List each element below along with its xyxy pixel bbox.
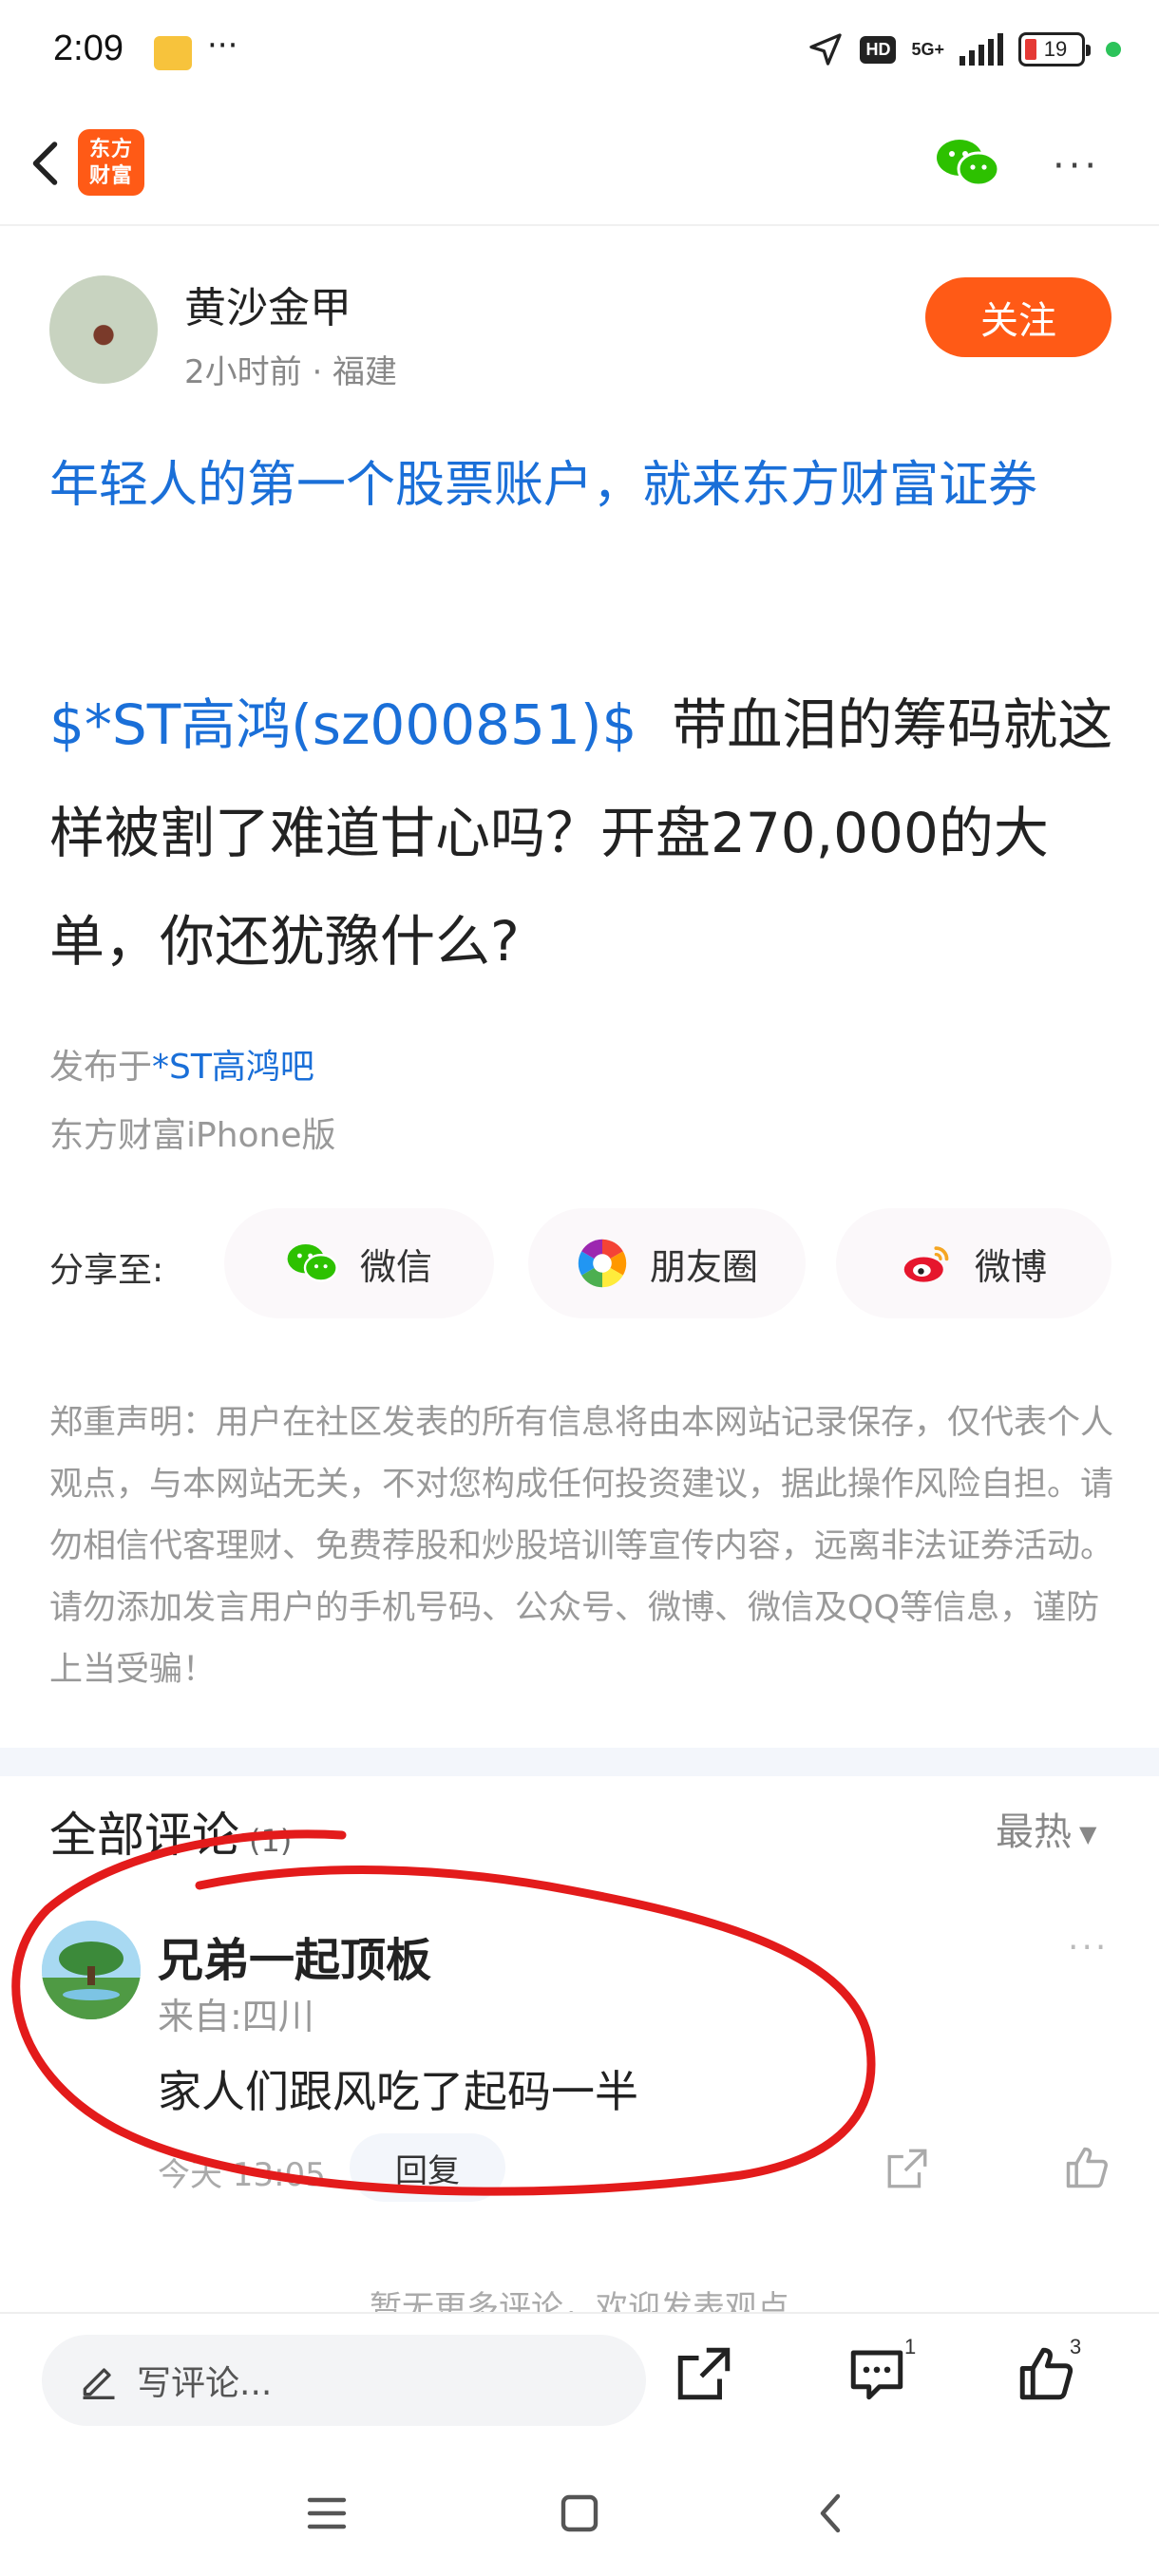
back-icon[interactable] [809, 2491, 855, 2536]
privacy-indicator-icon [1106, 42, 1121, 57]
write-comment-input[interactable]: 写评论... [42, 2335, 646, 2426]
comments-sort-select[interactable]: 最热 ▼ [996, 1801, 1096, 1856]
share-wechat-label: 微信 [359, 1245, 432, 1288]
more-options-icon[interactable]: ··· [1053, 144, 1100, 188]
author-name[interactable]: 黄沙金甲 [184, 274, 352, 334]
status-bar: 2:09 ··· HD 5G+ 19 [0, 0, 1159, 106]
follow-button[interactable]: 关注 [925, 277, 1112, 357]
network-type: 5G+ [911, 40, 944, 59]
commenter-location: 来自:四川 [158, 1996, 314, 2037]
comment-more-icon[interactable]: ··· [1068, 1928, 1109, 1967]
weibo-icon [903, 1246, 949, 1282]
share-icon[interactable] [673, 2342, 735, 2405]
share-moments-button[interactable]: 朋友圈 [528, 1208, 806, 1318]
location-arrow-icon [809, 33, 843, 66]
comment-text: 家人们跟风吃了起码一半 [158, 2066, 638, 2117]
wechat-share-icon[interactable] [935, 135, 1001, 192]
post-client: 东方财富iPhone版 [49, 1116, 336, 1155]
back-button[interactable] [19, 135, 76, 192]
commenter-avatar[interactable] [42, 1921, 141, 2019]
moments-icon [578, 1239, 627, 1288]
author-avatar[interactable] [49, 275, 158, 384]
like-icon[interactable] [1015, 2342, 1077, 2405]
comments-title-label: 全部评论 [49, 1808, 239, 1863]
stock-bar-link[interactable]: *ST高鸿吧 [152, 1048, 314, 1087]
disclaimer-text: 郑重声明：用户在社区发表的所有信息将由本网站记录保存，仅代表个人观点，与本网站无… [49, 1404, 1114, 1689]
sort-label: 最热 [996, 1810, 1072, 1854]
reply-button[interactable]: 回复 [350, 2133, 505, 2202]
section-divider [0, 1748, 1159, 1776]
share-weibo-button[interactable]: 微博 [836, 1208, 1112, 1318]
tree-avatar-image [42, 1921, 141, 2019]
share-weibo-label: 微博 [974, 1245, 1047, 1288]
comment-bubble-icon[interactable] [846, 2342, 908, 2405]
comments-count: (1) [249, 1823, 293, 1859]
hd-badge: HD [860, 35, 897, 64]
more-notifications-icon: ··· [207, 27, 238, 65]
status-indicators: HD 5G+ 19 [807, 30, 1121, 68]
dropdown-triangle-icon: ▼ [1079, 1821, 1097, 1847]
share-moments-label: 朋友圈 [649, 1245, 758, 1288]
signal-bars-icon [960, 33, 1003, 66]
home-icon[interactable] [557, 2491, 602, 2536]
system-navigation-bar [0, 2445, 1159, 2576]
app-header: 东方 财富 ··· [0, 106, 1159, 226]
pencil-icon [83, 2368, 115, 2399]
published-prefix: 发布于 [49, 1048, 153, 1087]
comment-count-badge: 1 [904, 2335, 917, 2358]
logo-line-1: 东方 [88, 138, 133, 161]
battery-level: 19 [1043, 37, 1068, 61]
commenter-name[interactable]: 兄弟一起顶板 [158, 1923, 431, 1989]
bottom-action-bar: 写评论... 1 3 [0, 2312, 1159, 2445]
battery-icon: 19 [1018, 32, 1091, 66]
comment-share-icon[interactable] [884, 2145, 931, 2192]
published-in: 发布于*ST高鸿吧 [49, 1039, 314, 1089]
comments-title: 全部评论 (1) [49, 1797, 292, 1866]
write-comment-placeholder: 写评论... [137, 2364, 273, 2403]
eastmoney-logo: 东方 财富 [78, 129, 144, 196]
share-wechat-button[interactable]: 微信 [224, 1208, 494, 1318]
stock-tag-link[interactable]: $*ST高鸿(sz000851)$ [49, 692, 636, 757]
post-meta: 2小时前 · 福建 [184, 353, 398, 391]
no-more-comments: 暂无更多评论，欢迎发表观点 [370, 2289, 789, 2314]
like-count-badge: 3 [1070, 2335, 1082, 2358]
notes-app-icon [154, 36, 192, 70]
post-body: $*ST高鸿(sz000851)$ 带血泪的筹码就这样被割了难道甘心吗？开盘27… [49, 671, 1123, 995]
comment-time: 今天 13:05 [158, 2156, 326, 2194]
share-label: 分享至: [49, 1251, 164, 1290]
menu-icon[interactable] [304, 2491, 350, 2536]
comment-like-icon[interactable] [1062, 2143, 1112, 2192]
logo-line-2: 财富 [88, 164, 133, 188]
wechat-icon [287, 1244, 338, 1282]
promo-title-link[interactable]: 年轻人的第一个股票账户，就来东方财富证券 [49, 445, 1123, 526]
status-time: 2:09 [53, 28, 124, 68]
